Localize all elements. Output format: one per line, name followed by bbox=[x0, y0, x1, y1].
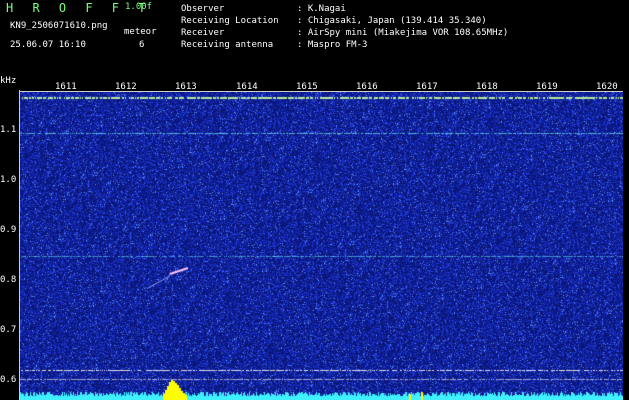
info-label-antenna: Receiving antenna bbox=[181, 40, 274, 50]
info-value-location: : Chigasaki, Japan (139.414 35.340) bbox=[297, 16, 487, 26]
info-value-receiver: : AirSpy mini (Miakejima VOR 108.65MHz) bbox=[297, 28, 509, 38]
y-tick-label: 0.8 bbox=[0, 275, 17, 285]
file-name: KN9_2506071610.png bbox=[10, 21, 108, 31]
hrofft-window: H R O F F T 1.00f KN9_2506071610.png met… bbox=[0, 0, 629, 400]
meteor-label: meteor bbox=[124, 27, 157, 37]
info-value-observer: : K.Nagai bbox=[297, 4, 346, 14]
info-label-location: Receiving Location bbox=[181, 16, 279, 26]
meteor-count: 6 bbox=[139, 40, 145, 50]
y-tick-label: 0.6 bbox=[0, 375, 17, 385]
info-label-observer: Observer bbox=[181, 4, 225, 14]
info-label-receiver: Receiver bbox=[181, 28, 225, 38]
y-tick-label: 1.0 bbox=[0, 175, 17, 185]
y-tick-label: 1.1 bbox=[0, 125, 17, 135]
y-tick-label: 0.7 bbox=[0, 325, 17, 335]
spectrogram-canvas bbox=[20, 92, 623, 400]
observation-datetime: 25.06.07 16:10 bbox=[10, 40, 86, 50]
app-version: 1.00f bbox=[125, 2, 153, 12]
info-value-antenna: : Maspro FM-3 bbox=[297, 40, 368, 50]
y-axis-unit: kHz bbox=[0, 76, 17, 86]
y-tick-label: 0.9 bbox=[0, 225, 17, 235]
